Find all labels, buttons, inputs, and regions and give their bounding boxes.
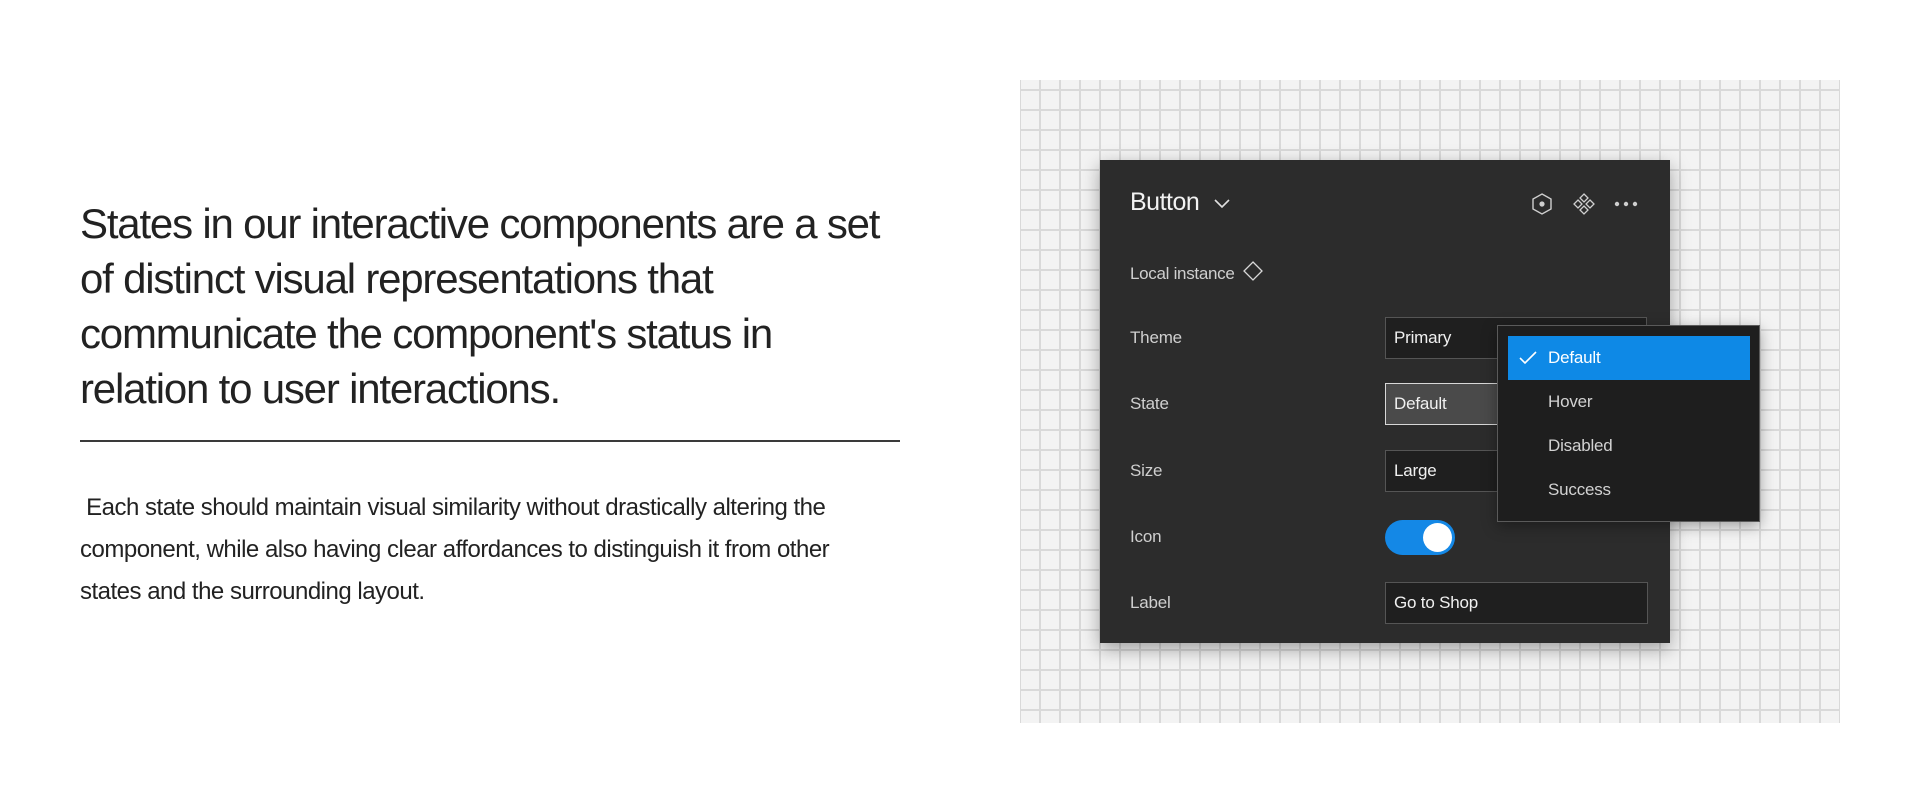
headline: States in our interactive components are…: [80, 200, 880, 412]
label-label: Label: [1130, 593, 1171, 612]
icon-label: Icon: [1130, 527, 1162, 546]
theme-label: Theme: [1130, 328, 1182, 347]
state-label: State: [1130, 394, 1169, 413]
local-instance-text: Local instance: [1130, 263, 1235, 283]
diamond-icon: [1242, 260, 1264, 287]
chevron-down-icon: [1213, 197, 1231, 209]
dropdown-option-hover[interactable]: Hover: [1508, 380, 1750, 424]
state-dropdown-menu: Default Hover Disabled Success: [1497, 325, 1760, 522]
toggle-knob: [1423, 522, 1452, 552]
label-input[interactable]: Go to Shop: [1385, 582, 1648, 624]
divider: [80, 440, 900, 442]
local-instance-label: Local instance: [1130, 260, 1264, 287]
dropdown-option-label: Default: [1548, 348, 1601, 367]
more-options-icon[interactable]: [1614, 192, 1638, 216]
body-text: Each state should maintain visual simila…: [80, 494, 836, 605]
dropdown-option-label: Disabled: [1548, 436, 1613, 455]
dropdown-option-label: Success: [1548, 480, 1611, 499]
icon-toggle[interactable]: [1385, 519, 1455, 555]
size-label: Size: [1130, 461, 1163, 480]
label-row: Label Go to Shop: [1130, 581, 1648, 625]
dropdown-option-disabled[interactable]: Disabled: [1508, 424, 1750, 468]
dropdown-option-success[interactable]: Success: [1508, 468, 1750, 512]
components-icon[interactable]: [1572, 192, 1596, 216]
component-name: Button: [1130, 188, 1200, 216]
dropdown-option-default[interactable]: Default: [1508, 336, 1750, 380]
component-instance-icon[interactable]: [1530, 192, 1554, 216]
checkmark-icon: [1508, 350, 1548, 366]
dropdown-option-label: Hover: [1548, 392, 1593, 411]
component-selector[interactable]: Button: [1130, 188, 1231, 217]
